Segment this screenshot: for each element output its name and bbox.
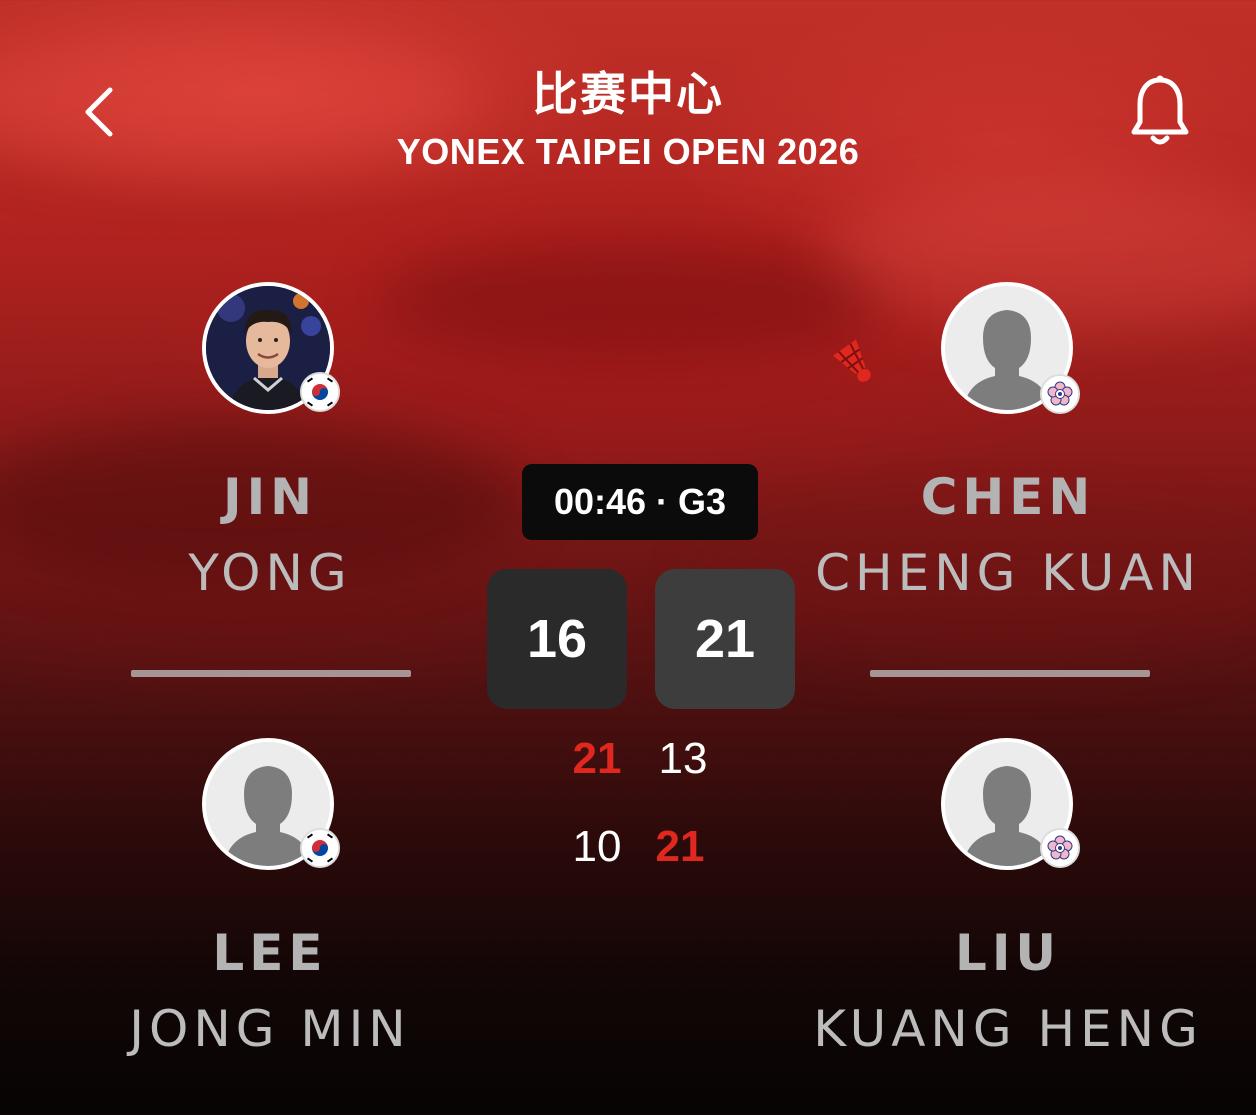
shuttlecock-icon [833,339,871,382]
player-given-right-bottom: KUANG HENG [813,1000,1203,1058]
game1-score-left: 21 [572,734,622,783]
flag-kor-icon [300,828,340,868]
player-given-left-bottom: JONG MIN [129,1000,411,1058]
current-score-right: 21 [655,569,795,709]
player-surname-right-bottom: LIU [954,924,1062,982]
bell-icon [1131,75,1189,145]
page-title: 比赛中心 [532,67,724,121]
player-given-right-top: CHENG KUAN [815,544,1201,602]
game1-score-right: 13 [658,734,708,783]
serving-indicator [828,336,884,392]
team-divider-left [131,670,411,677]
tournament-name: YONEX TAIPEI OPEN 2026 [396,131,860,172]
match-timer: 00:46 · G3 [522,464,758,540]
flag-tpe-icon [1040,828,1080,868]
player-surname-left-bottom: LEE [212,924,328,982]
notifications-button[interactable] [1128,74,1192,150]
flag-tpe-icon [1040,374,1080,414]
player-surname-left-top: JIN [222,468,318,526]
game2-score-left: 10 [572,822,622,871]
player-given-left-top: YONG [188,544,352,602]
player-surname-right-top: CHEN [920,468,1096,526]
team-divider-right [870,670,1150,677]
game2-score-right: 21 [655,822,705,871]
current-score-left: 16 [487,569,627,709]
flag-kor-icon [300,372,340,412]
